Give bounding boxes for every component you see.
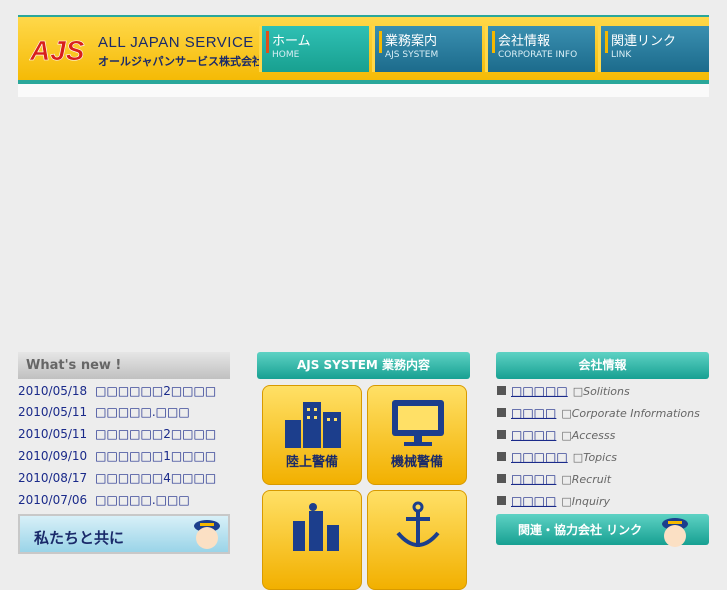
tile-machine-security[interactable]: 機械警備: [367, 385, 467, 485]
tile-land-security[interactable]: 陸上警備: [262, 385, 362, 485]
tile-port-security[interactable]: [262, 490, 362, 590]
svg-text:AJS: AJS: [29, 35, 85, 65]
bullet-icon: [497, 430, 506, 439]
header-strip: [18, 84, 709, 97]
guard-mascot-icon: [194, 520, 220, 549]
nav-corporate-sublabel: CORPORATE INFO: [498, 50, 578, 60]
nav-link-label: 関連リンク: [611, 34, 677, 49]
bullet-icon: [497, 452, 506, 461]
corporate-item-jp[interactable]: □□□□: [511, 406, 556, 420]
related-links-title: 関連・協力会社 リンク: [518, 523, 643, 537]
nav-corporate[interactable]: 会社情報 CORPORATE INFO: [485, 26, 595, 72]
news-item: 2010/09/10 □□□□□□1□□□□: [18, 449, 216, 463]
related-links-heading[interactable]: 関連・協力会社 リンク: [496, 514, 709, 547]
nav-home[interactable]: ホーム HOME: [259, 26, 369, 72]
nav-corporate-label: 会社情報: [498, 34, 551, 49]
ship-icon: [293, 503, 339, 551]
corporate-item-en: □Topics: [572, 451, 618, 464]
bullet-icon: [497, 386, 506, 395]
corporate-item-jp[interactable]: □□□□□: [511, 384, 568, 398]
anchor-icon: [396, 501, 440, 547]
tile-label: 陸上警備: [285, 455, 338, 470]
news-item: 2010/05/18 □□□□□□2□□□□: [18, 384, 216, 398]
site-header: AJS ALL JAPAN SERVICE オールジャパンサービス株式会社 ホー…: [18, 15, 709, 85]
corporate-item[interactable]: □□□□□ □Topics: [497, 450, 617, 464]
corporate-item[interactable]: □□□□ □Corporate Informations: [497, 406, 700, 420]
corporate-item-jp[interactable]: □□□□: [511, 428, 556, 442]
nav-home-sublabel: HOME: [272, 50, 300, 60]
corporate-item-en: □Recruit: [561, 473, 612, 486]
nav-system-label: 業務案内: [385, 34, 438, 49]
system-heading: AJS SYSTEM 業務内容: [257, 352, 470, 379]
recruit-banner[interactable]: 私たちと共に: [18, 514, 230, 554]
corporate-item-en: □Inquiry: [561, 495, 611, 508]
news-item: 2010/07/06 □□□□□.□□□: [18, 493, 190, 507]
bullet-icon: [497, 496, 506, 505]
nav-system[interactable]: 業務案内 AJS SYSTEM: [372, 26, 482, 72]
corporate-item[interactable]: □□□□□ □Solitions: [497, 384, 630, 398]
monitor-icon: [392, 400, 444, 446]
nav-link-sublabel: LINK: [611, 50, 632, 60]
bullet-icon: [497, 474, 506, 483]
brand-name-jp: オールジャパンサービス株式会社: [98, 55, 263, 68]
corporate-heading: 会社情報: [496, 352, 709, 379]
corporate-item-en: □Corporate Informations: [561, 407, 700, 420]
tile-marine-security[interactable]: [367, 490, 467, 590]
corporate-item-en: □Solitions: [572, 385, 630, 398]
news-heading: What's new !: [18, 352, 230, 379]
news-link[interactable]: □□□□□□2□□□□: [95, 384, 216, 398]
guard-mascot-icon: [662, 518, 688, 547]
news-item: 2010/05/11 □□□□□□2□□□□: [18, 427, 216, 441]
news-link[interactable]: □□□□□.□□□: [95, 405, 190, 419]
news-date: 2010/05/18: [18, 384, 88, 398]
news-link[interactable]: □□□□□□1□□□□: [95, 449, 216, 463]
news-link[interactable]: □□□□□□4□□□□: [95, 471, 216, 485]
nav-link[interactable]: 関連リンク LINK: [598, 26, 709, 72]
corporate-item[interactable]: □□□□ □Inquiry: [497, 494, 610, 508]
corporate-item-jp[interactable]: □□□□: [511, 494, 556, 508]
buildings-icon: [285, 402, 341, 448]
corporate-item-en: □Accesss: [561, 429, 616, 442]
brand-name: ALL JAPAN SERVICE: [98, 34, 254, 51]
news-link[interactable]: □□□□□□2□□□□: [95, 427, 216, 441]
bullet-icon: [497, 408, 506, 417]
news-date: 2010/08/17: [18, 471, 88, 485]
corporate-item[interactable]: □□□□ □Accesss: [497, 428, 615, 442]
news-link[interactable]: □□□□□.□□□: [95, 493, 190, 507]
corporate-item-jp[interactable]: □□□□□: [511, 450, 568, 464]
corporate-item[interactable]: □□□□ □Recruit: [497, 472, 611, 486]
news-date: 2010/07/06: [18, 493, 88, 507]
ajs-logo-icon[interactable]: AJS: [28, 35, 94, 65]
news-date: 2010/05/11: [18, 405, 88, 419]
news-date: 2010/09/10: [18, 449, 88, 463]
nav-system-sublabel: AJS SYSTEM: [385, 50, 439, 60]
nav-home-label: ホーム: [272, 34, 311, 49]
news-date: 2010/05/11: [18, 427, 88, 441]
news-item: 2010/05/11 □□□□□.□□□: [18, 405, 190, 419]
corporate-item-jp[interactable]: □□□□: [511, 472, 556, 486]
tile-label: 機械警備: [390, 455, 443, 470]
news-item: 2010/08/17 □□□□□□4□□□□: [18, 471, 216, 485]
